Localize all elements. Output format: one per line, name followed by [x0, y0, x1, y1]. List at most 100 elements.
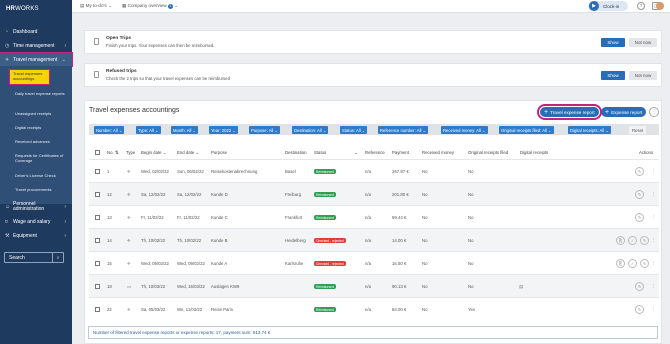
logo[interactable]: HRWORKS: [6, 6, 39, 12]
header-end-date[interactable]: End date ⌄: [177, 150, 199, 156]
table-row[interactable]: 14 ✈ Th, 10/02/22 Th, 10/02/22 Kunde B Heidel…: [89, 228, 659, 251]
row-checkbox[interactable]: [95, 215, 100, 220]
check-icon[interactable]: ✓: [628, 236, 637, 245]
filter-status[interactable]: Status: All ⌄: [340, 126, 368, 134]
filter-reference-number[interactable]: Reference number: All ⌄: [378, 126, 429, 134]
subitem-digital-receipts[interactable]: Digital receipts: [15, 125, 67, 130]
header-payment[interactable]: Payment: [392, 150, 409, 155]
row-checkbox[interactable]: [95, 307, 100, 312]
row-checkbox[interactable]: [95, 284, 100, 289]
search-field[interactable]: Search ⌕: [4, 252, 64, 263]
cell-no: 12: [107, 192, 112, 197]
filter-digital-receipts[interactable]: Digital receipts: All ⌄: [568, 126, 611, 134]
header-purpose[interactable]: Purpose: [211, 150, 227, 155]
header-destination[interactable]: Destination: [285, 150, 307, 155]
row-menu-icon[interactable]: ⋮: [649, 305, 658, 314]
cell-original-receipts: No: [468, 261, 474, 266]
refused-trips-title: Refused trips: [106, 69, 137, 74]
subitem-certificates-of-coverage[interactable]: Requests for Certificates of Coverage: [15, 153, 67, 163]
cell-end-date: Sun, 06/02/22: [177, 169, 204, 174]
header-no[interactable]: No. ⇅: [107, 150, 118, 156]
money-icon: ¤: [5, 218, 8, 225]
filter-received-money[interactable]: Received money: All ⌄: [441, 126, 488, 134]
edit-icon[interactable]: ✎: [640, 236, 649, 245]
table-row[interactable]: 22 ✈ Sa, 05/03/22 We, 11/03/22 Reise Paris Re…: [89, 297, 659, 320]
reset-filters-button[interactable]: Reset: [629, 126, 647, 134]
copy-icon[interactable]: ⎘: [616, 259, 625, 268]
edit-icon[interactable]: ✎: [635, 167, 644, 176]
cell-purpose: Reise Paris: [211, 307, 233, 312]
edit-icon[interactable]: ✎: [635, 282, 644, 291]
subitem-travel-procurements[interactable]: Travel procurements: [15, 187, 67, 192]
sidebar-item-wage-and-salary[interactable]: ¤ Wage and salary ›: [0, 215, 72, 228]
row-checkbox[interactable]: [95, 238, 100, 243]
sidebar-item-dashboard[interactable]: ◔ Dashboard: [0, 25, 72, 38]
cell-reference: n/a: [365, 192, 371, 197]
table-row[interactable]: 18 ▭ Th, 10/03/22 Wed, 16/03/22 Auslagen KW9…: [89, 274, 659, 297]
select-all-checkbox[interactable]: [95, 150, 100, 155]
header-reference[interactable]: Reference: [365, 150, 385, 155]
open-trips-show-button[interactable]: Show: [601, 38, 625, 47]
document-icon: [94, 38, 99, 45]
subitem-received-advances[interactable]: Received advances: [15, 139, 67, 144]
edit-icon[interactable]: ✎: [635, 213, 644, 222]
row-checkbox[interactable]: [95, 169, 100, 174]
cell-original-receipts: No: [468, 169, 474, 174]
open-trips-not-now-button[interactable]: Not now: [629, 38, 657, 47]
row-menu-icon[interactable]: ⋮: [649, 282, 658, 291]
sidebar-item-equipment[interactable]: ⚒ Equipment ›: [0, 229, 72, 242]
todo-menu[interactable]: ▤ My to-do's ⌄: [80, 3, 112, 9]
receipt-document-icon[interactable]: ▤: [519, 284, 523, 290]
filter-year[interactable]: Year: 2022 ⌄: [209, 126, 238, 134]
add-expense-report-button[interactable]: + Expense report: [601, 107, 647, 117]
row-menu-icon[interactable]: ⋮: [649, 213, 658, 222]
subitem-travel-expenses-accountings[interactable]: Travel expenses accountings: [9, 69, 50, 85]
filter-destination[interactable]: Destination: All ⌄: [292, 126, 329, 134]
status-badge: Reimbursed: [314, 307, 336, 312]
subitem-daily-travel-expense-reports[interactable]: Daily travel expense reports: [15, 91, 67, 96]
status-badge: Checked - rejected: [314, 261, 346, 266]
row-checkbox[interactable]: [95, 261, 100, 266]
row-checkbox[interactable]: [95, 192, 100, 197]
add-travel-expense-report-button[interactable]: + Travel expense report: [537, 104, 602, 120]
sidebar-item-time-management[interactable]: ◷ Time management ›: [0, 39, 72, 52]
row-menu-icon[interactable]: ⋮: [649, 236, 658, 245]
copy-icon[interactable]: ⎘: [616, 236, 625, 245]
edit-icon[interactable]: ✎: [635, 190, 644, 199]
refused-trips-show-button[interactable]: Show: [601, 71, 625, 80]
more-options-icon[interactable]: ⋮: [649, 107, 659, 117]
filter-purpose[interactable]: Purpose: All ⌄: [249, 126, 281, 134]
status-badge: Reimbursed: [314, 215, 336, 220]
row-menu-icon[interactable]: ⋮: [649, 167, 658, 176]
filter-month[interactable]: Month: All ⌄: [171, 126, 199, 134]
cell-original-receipts: No: [468, 284, 474, 289]
search-icon[interactable]: ⌕: [52, 253, 63, 262]
sidebar-item-travel-management[interactable]: ✈ Travel management ⌄: [0, 52, 73, 67]
table-row[interactable]: 1 ✈ Wed, 02/02/22 Sun, 06/02/22 Reisekostena…: [89, 159, 659, 182]
filter-original-receipts[interactable]: Original receipts filed: All ⌄: [499, 126, 554, 134]
check-icon[interactable]: ✓: [628, 259, 637, 268]
clock-in-button[interactable]: ▶ Clock-in: [588, 1, 628, 11]
header-begin-date[interactable]: Begin date ⌄: [141, 150, 166, 156]
edit-icon[interactable]: ✎: [640, 259, 649, 268]
filter-type[interactable]: Type: All ⌄: [136, 126, 161, 134]
table-row[interactable]: 13 ✈ Fr, 11/02/22 Fr, 11/02/22 Kunde C Frankf…: [89, 205, 659, 228]
filter-number[interactable]: Number: All ⌄: [94, 126, 125, 134]
subitem-unassigned-receipts[interactable]: Unassigned receipts: [15, 111, 67, 116]
refused-trips-not-now-button[interactable]: Not now: [629, 71, 657, 80]
avatar[interactable]: [656, 2, 664, 10]
table-row[interactable]: 15 ✈ Wed, 09/02/22 Wed, 09/02/22 Kunde A Karl…: [89, 251, 659, 274]
header-status[interactable]: Status ⌄: [314, 150, 358, 156]
header-digital-receipts[interactable]: Digital receipts: [520, 150, 548, 155]
subitem-drivers-license-check[interactable]: Driver's License Check: [15, 173, 67, 178]
company-overview-menu[interactable]: ▦ Company overview 1 ⌄: [122, 3, 178, 9]
header-received-money[interactable]: Received money: [422, 150, 454, 155]
filter-bar: Number: All ⌄ Type: All ⌄ Month: All ⌄ Y…: [89, 124, 659, 135]
table-row[interactable]: 12 ✈ Sa, 12/02/22 Sa, 12/02/22 Kunde D Freibu…: [89, 182, 659, 205]
help-icon[interactable]: ?: [637, 2, 645, 10]
row-menu-icon[interactable]: ⋮: [649, 190, 658, 199]
header-original-receipts[interactable]: Original receipts filed: [468, 150, 508, 155]
row-menu-icon[interactable]: ⋮: [649, 259, 658, 268]
sidebar-item-personnel-administration[interactable]: ☺ Personnel administration ›: [0, 201, 72, 213]
edit-icon[interactable]: ✎: [635, 305, 644, 314]
